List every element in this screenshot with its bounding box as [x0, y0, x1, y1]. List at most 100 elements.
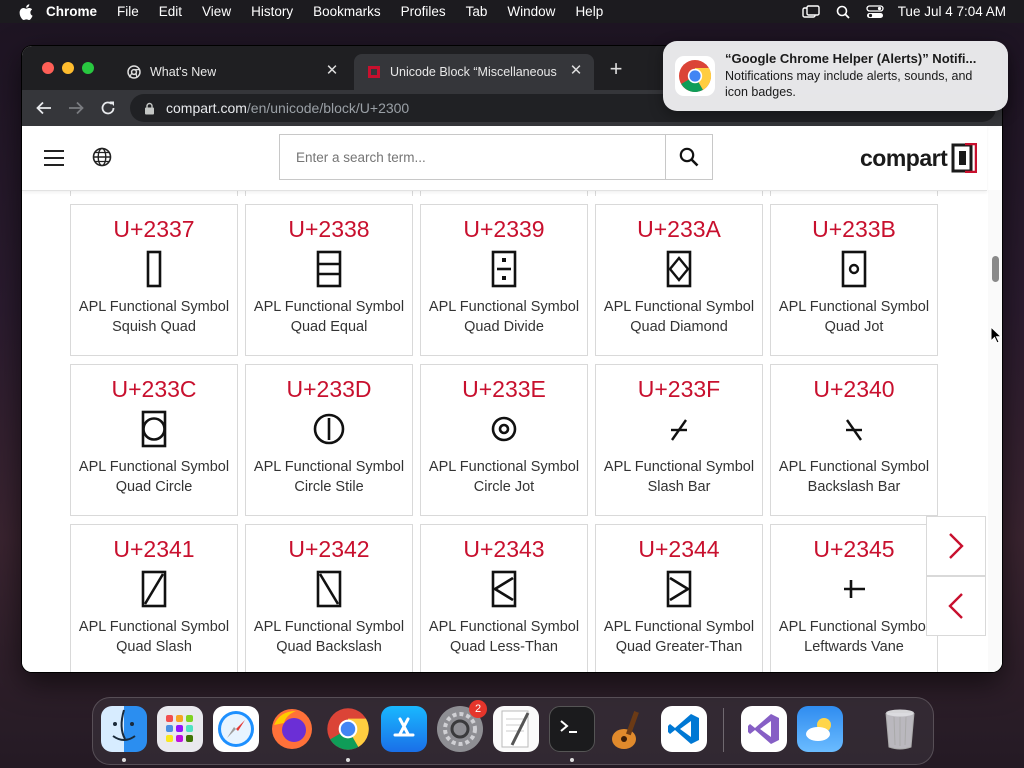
safari-icon[interactable]: [213, 706, 259, 752]
url-path: /en/unicode/block/U+2300: [246, 100, 410, 116]
quad-jot-glyph: [771, 247, 937, 291]
menu-profiles[interactable]: Profiles: [401, 4, 446, 19]
unicode-card[interactable]: U+2344 APL Functional Symbol Quad Greate…: [595, 524, 763, 672]
menu-edit[interactable]: Edit: [159, 4, 182, 19]
backslash-bar-glyph: [771, 407, 937, 451]
unicode-card[interactable]: U+2342 APL Functional Symbol Quad Backsl…: [245, 524, 413, 672]
next-page-button[interactable]: [926, 516, 986, 576]
code-point: U+233D: [286, 376, 372, 402]
google-chrome-icon[interactable]: [325, 706, 371, 752]
unicode-card[interactable]: U+2340 APL Functional Symbol Backslash B…: [770, 364, 938, 516]
url-text[interactable]: compart.com/en/unicode/block/U+2300: [166, 100, 409, 116]
firefox-icon[interactable]: [269, 706, 315, 752]
character-name: APL Functional Symbol Squish Quad: [78, 299, 230, 335]
quad-backslash-glyph: [246, 567, 412, 611]
globe-language-icon[interactable]: [92, 147, 112, 167]
menu-bar-clock[interactable]: Tue Jul 4 7:04 AM: [898, 4, 1006, 19]
menu-history[interactable]: History: [251, 4, 293, 19]
spotlight-search-icon[interactable]: [834, 5, 852, 19]
unicode-card[interactable]: U+2341 APL Functional Symbol Quad Slash: [70, 524, 238, 672]
code-point: U+2341: [113, 536, 195, 562]
reload-icon[interactable]: [98, 98, 118, 118]
control-center-icon[interactable]: [866, 4, 884, 19]
menu-app-name[interactable]: Chrome: [46, 4, 97, 19]
dock: 2: [92, 697, 934, 765]
app-store-icon[interactable]: [381, 706, 427, 752]
unicode-card[interactable]: U+233B APL Functional Symbol Quad Jot: [770, 204, 938, 356]
terminal-icon[interactable]: [549, 706, 595, 752]
compart-logo[interactable]: compart: [860, 142, 978, 174]
unicode-card[interactable]: U+2339 APL Functional Symbol Quad Divide: [420, 204, 588, 356]
notification-body: Notifications may include alerts, sounds…: [725, 69, 973, 99]
quad-equal-glyph: [246, 247, 412, 291]
menu-file[interactable]: File: [117, 4, 139, 19]
code-point: U+233F: [637, 376, 721, 402]
finder-icon[interactable]: [101, 706, 147, 752]
zoom-window-button[interactable]: [82, 62, 94, 74]
character-name: APL Functional Symbol Quad Diamond: [603, 299, 755, 335]
running-indicator: [346, 758, 350, 762]
notification-badge: 2: [469, 700, 487, 718]
character-name: APL Functional Symbol Quad Greater-Than: [603, 619, 755, 655]
chevron-right-icon: [949, 533, 964, 559]
garageband-icon[interactable]: [605, 706, 651, 752]
tab-whats-new[interactable]: What's New ✕: [114, 54, 350, 90]
tab-unicode-block[interactable]: Unicode Block “Miscellaneous ✕: [354, 54, 594, 90]
search-button[interactable]: [665, 134, 713, 180]
close-tab-icon[interactable]: ✕: [568, 63, 584, 79]
unicode-card[interactable]: U+2338 APL Functional Symbol Quad Equal: [245, 204, 413, 356]
unicode-card[interactable]: U+2343 APL Functional Symbol Quad Less-T…: [420, 524, 588, 672]
textedit-icon[interactable]: [493, 706, 539, 752]
unicode-card[interactable]: U+2345 APL Functional Symbol Leftwards V…: [770, 524, 938, 672]
forward-arrow-icon[interactable]: [66, 98, 86, 118]
character-name: APL Functional Symbol Quad Circle: [78, 459, 230, 495]
apple-menu-icon[interactable]: [18, 3, 34, 20]
previous-page-button[interactable]: [926, 576, 986, 636]
unicode-card[interactable]: U+233C APL Functional Symbol Quad Circle: [70, 364, 238, 516]
code-point: U+233A: [637, 216, 721, 242]
dock-separator: [723, 708, 724, 752]
menu-bookmarks[interactable]: Bookmarks: [313, 4, 381, 19]
vertical-scrollbar[interactable]: [988, 190, 1002, 672]
search-input[interactable]: [279, 134, 665, 180]
screen-mirroring-icon[interactable]: [801, 4, 820, 19]
close-window-button[interactable]: [42, 62, 54, 74]
launchpad-icon[interactable]: [157, 706, 203, 752]
minimize-window-button[interactable]: [62, 62, 74, 74]
menu-window[interactable]: Window: [507, 4, 555, 19]
code-point: U+2339: [463, 216, 545, 242]
trash-icon[interactable]: [877, 706, 923, 752]
visual-studio-icon[interactable]: [741, 706, 787, 752]
running-indicator: [570, 758, 574, 762]
character-name: APL Functional Symbol Quad Less-Than: [428, 619, 580, 655]
site-header: compart: [22, 126, 987, 191]
hamburger-menu-icon[interactable]: [44, 150, 64, 166]
menu-tab[interactable]: Tab: [466, 4, 488, 19]
character-name: APL Functional Symbol Backslash Bar: [778, 459, 930, 495]
chevron-left-icon: [948, 593, 963, 619]
scrollbar-thumb[interactable]: [992, 256, 999, 282]
unicode-card[interactable]: U+233A APL Functional Symbol Quad Diamon…: [595, 204, 763, 356]
notification-banner[interactable]: “Google Chrome Helper (Alerts)” Notifi..…: [663, 41, 1008, 111]
unicode-card[interactable]: U+233D APL Functional Symbol Circle Stil…: [245, 364, 413, 516]
code-point: U+233B: [812, 216, 896, 242]
mouse-cursor-icon: [990, 326, 1002, 344]
weather-icon[interactable]: [797, 706, 843, 752]
tab-label: What's New: [150, 65, 217, 79]
character-name: APL Functional Symbol Quad Equal: [253, 299, 405, 335]
unicode-card[interactable]: U+233E APL Functional Symbol Circle Jot: [420, 364, 588, 516]
search-icon: [679, 147, 699, 167]
url-host: compart.com: [166, 100, 247, 116]
new-tab-button[interactable]: +: [606, 58, 626, 80]
visual-studio-code-icon[interactable]: [661, 706, 707, 752]
back-arrow-icon[interactable]: [34, 98, 54, 118]
code-point: U+233C: [111, 376, 197, 402]
leftwards-vane-glyph: [771, 567, 937, 611]
menu-help[interactable]: Help: [575, 4, 603, 19]
close-tab-icon[interactable]: ✕: [324, 63, 340, 79]
character-name: APL Functional Symbol Leftwards Vane: [778, 619, 930, 655]
unicode-card[interactable]: U+2337 APL Functional Symbol Squish Quad: [70, 204, 238, 356]
unicode-card[interactable]: U+233F APL Functional Symbol Slash Bar: [595, 364, 763, 516]
lock-icon[interactable]: [142, 101, 156, 115]
menu-view[interactable]: View: [202, 4, 231, 19]
